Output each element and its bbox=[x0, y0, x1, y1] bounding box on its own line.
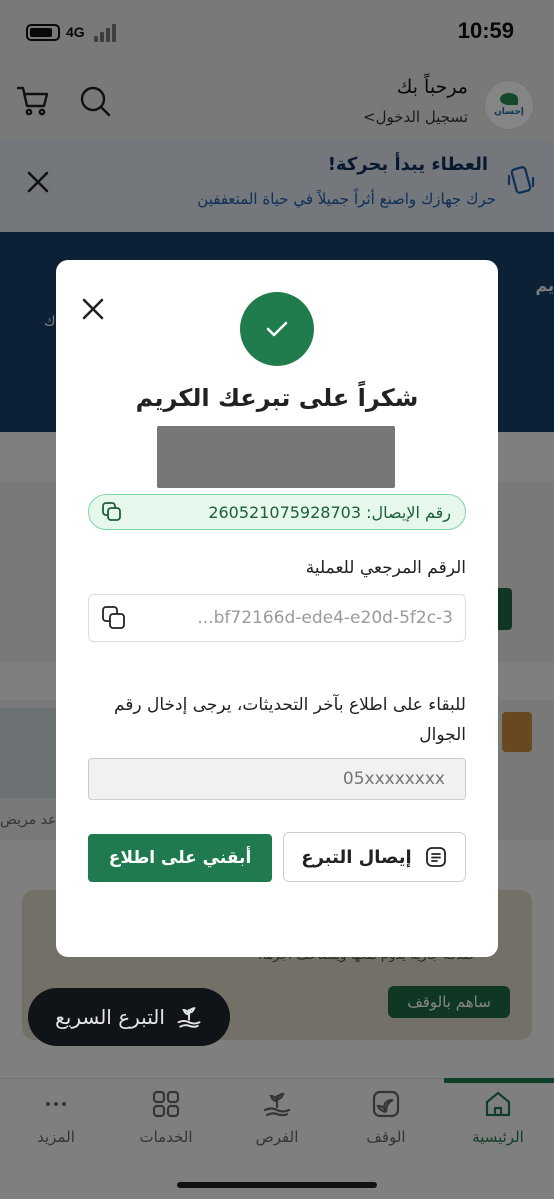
hand-plant-icon bbox=[177, 1007, 201, 1028]
redacted-amount-block bbox=[157, 426, 395, 488]
receipt-button-label: إيصال التبرع bbox=[301, 846, 412, 868]
reference-label: الرقم المرجعي للعملية bbox=[305, 558, 466, 578]
donation-receipt-button[interactable]: إيصال التبرع bbox=[283, 832, 466, 882]
keep-updated-button[interactable]: أبقني على اطلاع bbox=[88, 834, 272, 882]
phone-input[interactable] bbox=[88, 758, 466, 800]
modal-title: شكراً على تبرعك الكريم bbox=[135, 384, 419, 412]
quick-donate-label: التبرع السريع bbox=[55, 1005, 165, 1029]
home-indicator bbox=[177, 1182, 377, 1188]
reference-field[interactable]: ...bf72166d-ede4-e20d-5f2c-3 bbox=[88, 594, 466, 642]
donation-success-modal: شكراً على تبرعك الكريم رقم الإيصال: 2605… bbox=[56, 260, 498, 957]
receipt-number-pill[interactable]: رقم الإيصال: 260521075928703 bbox=[88, 494, 466, 530]
copy-icon[interactable] bbox=[101, 501, 123, 523]
quick-donate-button[interactable]: التبرع السريع bbox=[28, 988, 230, 1046]
receipt-number: رقم الإيصال: 260521075928703 bbox=[208, 502, 451, 522]
document-icon bbox=[425, 847, 446, 867]
close-icon[interactable] bbox=[80, 296, 106, 322]
copy-icon[interactable] bbox=[101, 605, 127, 631]
phone-info-text: للبقاء على اطلاع بآخر التحديثات، يرجى إد… bbox=[113, 695, 466, 745]
success-check-icon bbox=[240, 292, 314, 366]
reference-value: ...bf72166d-ede4-e20d-5f2c-3 bbox=[197, 608, 453, 628]
